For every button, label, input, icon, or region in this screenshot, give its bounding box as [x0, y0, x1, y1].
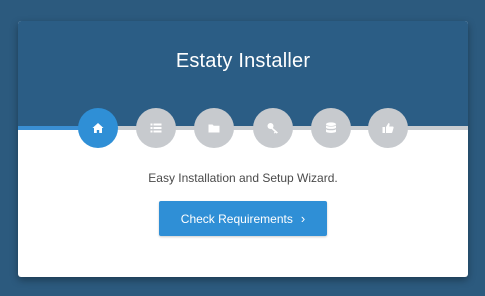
- chevron-right-icon: ›: [300, 211, 306, 226]
- step-thumbs-up[interactable]: [368, 108, 408, 148]
- installer-subtitle: Easy Installation and Setup Wizard.: [148, 171, 338, 185]
- list-icon: [150, 123, 162, 133]
- step-folder[interactable]: [194, 108, 234, 148]
- thumbs-up-icon: [382, 123, 394, 133]
- check-requirements-button[interactable]: Check Requirements ›: [159, 201, 327, 236]
- database-icon: [326, 122, 336, 133]
- step-database[interactable]: [311, 108, 351, 148]
- step-key[interactable]: [253, 108, 293, 148]
- check-requirements-label: Check Requirements: [180, 211, 293, 226]
- folder-icon: [208, 124, 220, 133]
- page-title: Estaty Installer: [175, 50, 311, 72]
- home-icon: [92, 123, 104, 133]
- step-home[interactable]: [78, 108, 118, 148]
- installer-header: Estaty Installer: [18, 21, 468, 126]
- step-list[interactable]: [136, 108, 176, 148]
- key-icon: [267, 123, 278, 134]
- installer-card: Estaty Installer Easy Installation and S…: [18, 21, 468, 277]
